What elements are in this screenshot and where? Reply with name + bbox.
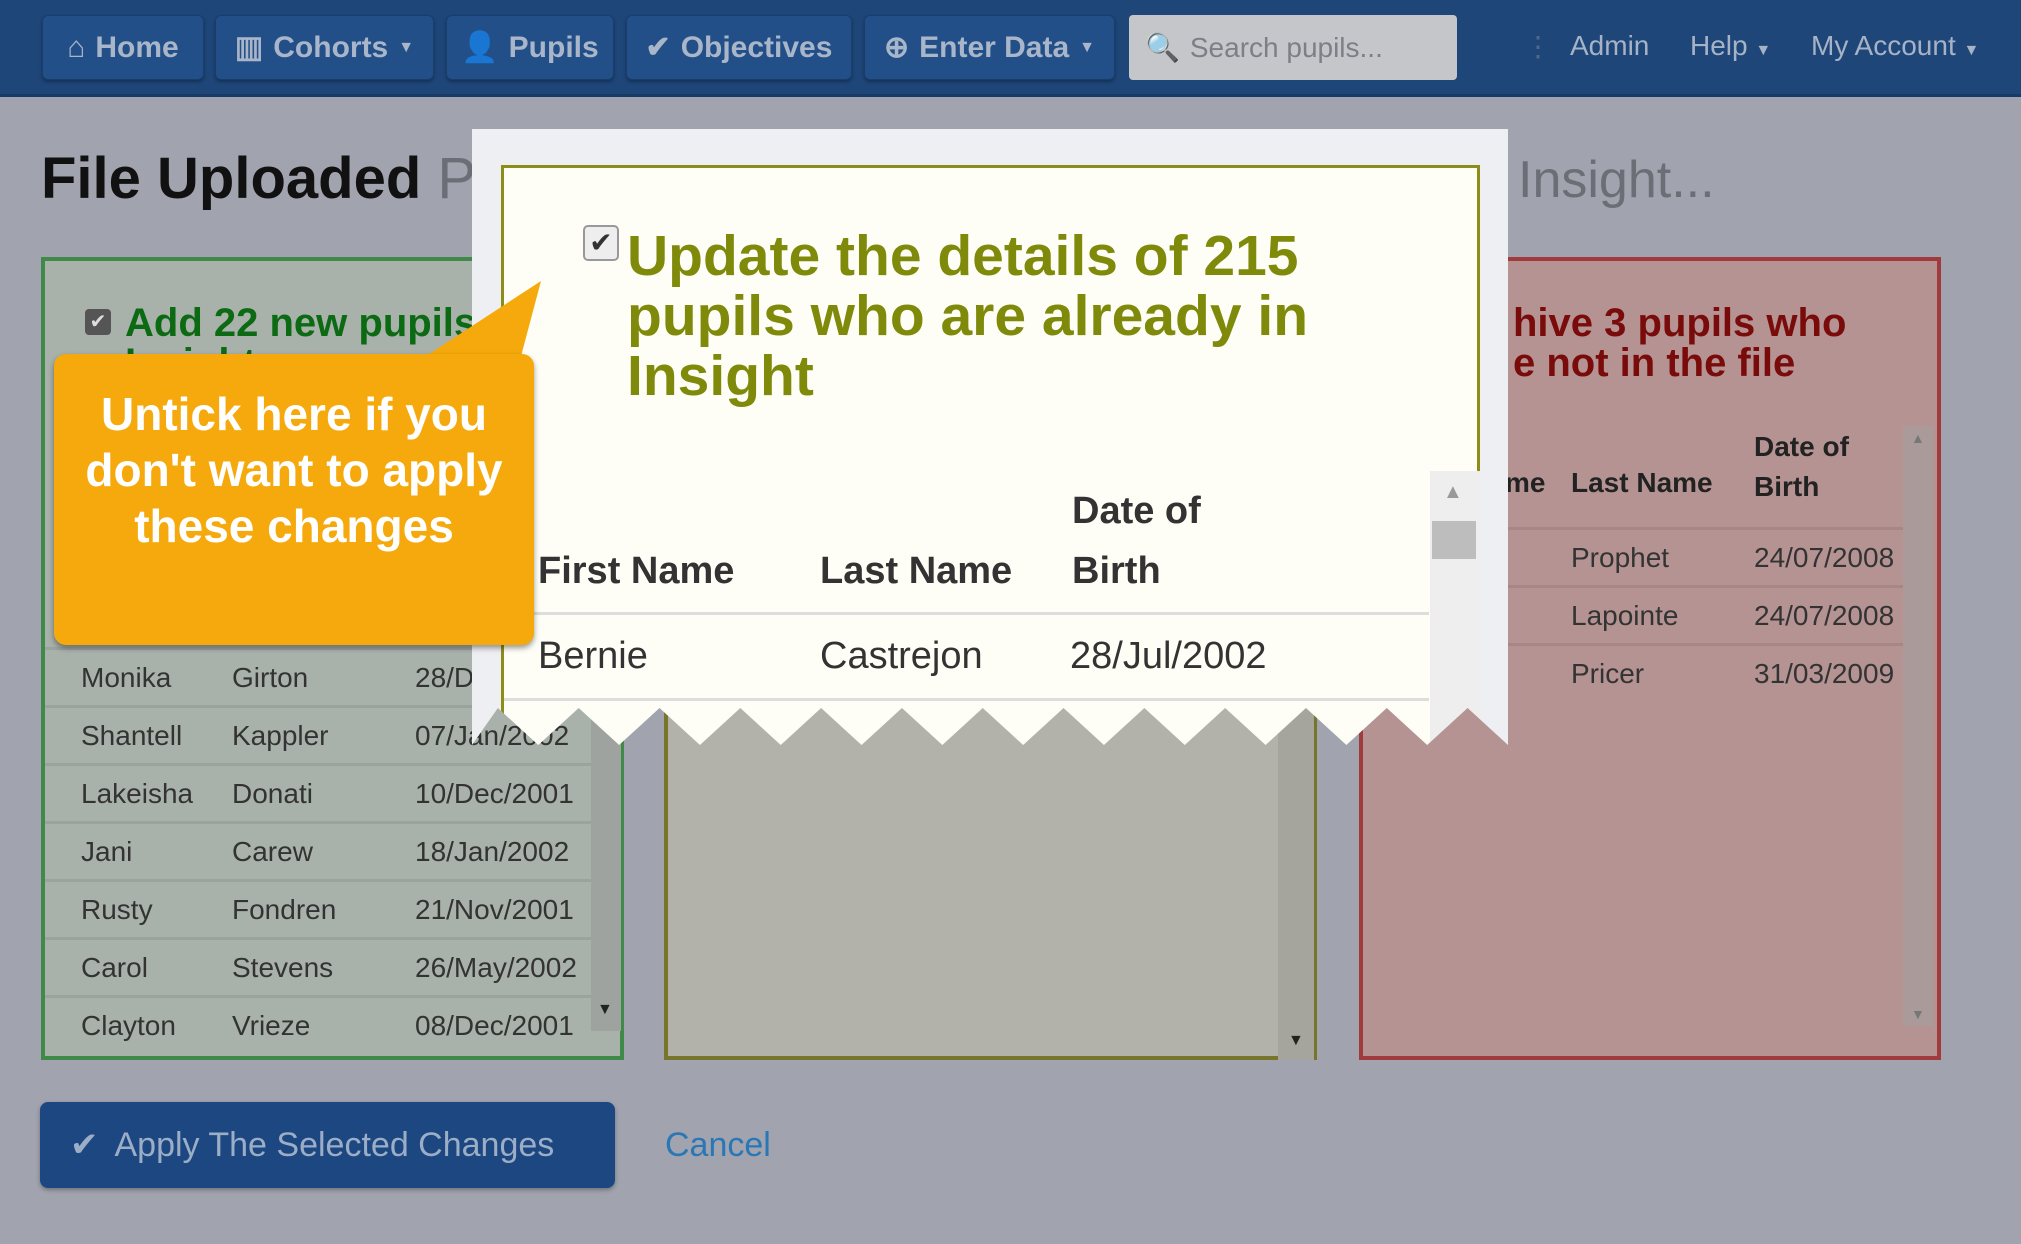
nav-pupils[interactable]: 👤 Pupils (446, 15, 614, 80)
table-cell: Carol (81, 952, 148, 983)
col-header-dob: Date of Birth (1072, 481, 1201, 601)
table-cell: Lapointe (1571, 600, 1679, 631)
table-cell: Pricer (1571, 658, 1645, 689)
caret-down-icon: ▼ (1963, 42, 1980, 59)
caret-down-icon: ▼ (1755, 42, 1772, 59)
apply-changes-button[interactable]: ✔ Apply The Selected Changes (40, 1102, 615, 1188)
nav-objectives-label: Objectives (680, 30, 833, 64)
search-input[interactable]: 🔍 Search pupils... (1129, 15, 1457, 80)
table-cell: Kappler (232, 720, 329, 751)
dob-line1: Date of (1072, 490, 1201, 532)
dob-line2: Birth (1072, 550, 1161, 592)
check-circle-icon: ✔ (645, 31, 671, 64)
nav-cohorts-label: Cohorts (273, 30, 389, 64)
table-cell: Jani (81, 836, 133, 867)
user-icon: 👤 (461, 31, 499, 64)
update-pupils-panel-highlight: ✔ Update the details of 215 pupils who a… (501, 165, 1480, 745)
nav-help[interactable]: Help ▼ (1690, 30, 1771, 62)
nav-my-account[interactable]: My Account ▼ (1811, 30, 1979, 62)
nav-admin[interactable]: Admin (1570, 30, 1649, 62)
table-cell: Fondren (232, 894, 337, 925)
check-icon: ✔ (589, 227, 613, 258)
highlight-popup: ✔ Update the details of 215 pupils who a… (472, 129, 1508, 745)
table-cell: Donati (232, 778, 313, 809)
nav-enter-data-label: Enter Data (919, 30, 1070, 64)
page-subtitle-end: Insight... (1518, 151, 1715, 209)
divider-icon: ⋮ (1524, 31, 1552, 62)
search-placeholder: Search pupils... (1189, 31, 1383, 63)
table-row: Lakeisha Donati 10/Dec/2001 (45, 763, 591, 819)
table-cell: 18/Jan/2002 (415, 836, 570, 867)
page-title-text: File Uploaded (41, 146, 422, 211)
dob-line2: Birth (1754, 471, 1820, 502)
table-cell: 08/Dec/2001 (415, 1010, 574, 1041)
table-cell: Girton (232, 662, 309, 693)
archive-title-line2: e not in the file (1513, 341, 1796, 385)
callout-tooltip: Untick here if you don't want to apply t… (54, 354, 534, 645)
nav-cohorts[interactable]: ▥ Cohorts ▼ (215, 15, 434, 80)
table-cell: Stevens (232, 952, 334, 983)
table-cell: Prophet (1571, 542, 1670, 573)
nav-my-account-label: My Account (1811, 30, 1956, 61)
table-row: Rusty Fondren 21/Nov/2001 (45, 879, 591, 935)
table-row: Jani Carew 18/Jan/2002 (45, 821, 591, 877)
update-pupils-title: Update the details of 215 pupils who are… (627, 224, 1309, 408)
col-header-first-name: First Name (538, 550, 735, 592)
table-row: Carol Stevens 26/May/2002 (45, 937, 591, 993)
nav-home[interactable]: ⌂ Home (42, 15, 204, 80)
check-circle-icon: ✔ (70, 1126, 99, 1164)
cell-last-name: Castrejon (820, 635, 983, 677)
search-icon: 🔍 (1145, 32, 1180, 63)
table-cell: Lakeisha (81, 778, 194, 809)
page-title: File Uploaded Pl (41, 145, 489, 212)
col-header-last-name: Last Name (820, 550, 1013, 592)
table-cell: 24/07/2008 (1754, 600, 1895, 631)
table-cell: 21/Nov/2001 (415, 894, 574, 925)
table-cell: Carew (232, 836, 313, 867)
table-cell: Monika (81, 662, 172, 693)
navbar: ⌂ Home ▥ Cohorts ▼ 👤 Pupils ✔ Objectives ⊕ Ent… (0, 0, 2021, 97)
col-header-dob: Date of Birth (1754, 427, 1849, 507)
table-cell: 31/03/2009 (1754, 658, 1895, 689)
nav-home-label: Home (95, 30, 179, 64)
table-cell: Shantell (81, 720, 183, 751)
scrollbar-thumb[interactable] (1432, 521, 1476, 559)
apply-label: Apply The Selected Changes (114, 1125, 555, 1164)
table-row: Clayton Vrieze 08/Dec/2001 (45, 995, 591, 1051)
nav-pupils-label: Pupils (508, 30, 599, 64)
nav-help-label: Help (1690, 30, 1748, 61)
nav-enter-data[interactable]: ⊕ Enter Data ▼ (864, 15, 1115, 80)
dob-line1: Date of (1754, 431, 1849, 462)
caret-down-icon: ▼ (1079, 38, 1096, 56)
update-pupils-checkbox[interactable]: ✔ (583, 225, 619, 261)
home-icon: ⌂ (67, 30, 86, 64)
table-cell: 24/07/2008 (1754, 542, 1895, 573)
scroll-down-icon[interactable]: ▼ (1911, 1006, 1925, 1022)
plus-circle-icon: ⊕ (883, 31, 910, 64)
caret-down-icon: ▼ (398, 38, 415, 56)
col-header-last-name: Last Name (1571, 467, 1713, 498)
cell-first-name: Bernie (538, 635, 648, 677)
table-cell: Vrieze (232, 1010, 311, 1041)
scrollbar[interactable]: ▲ ▼ (1903, 426, 1933, 1026)
nav-objectives[interactable]: ✔ Objectives (626, 15, 852, 80)
archive-title: hive 3 pupils who e not in the file (1513, 303, 1846, 383)
table-cell: 10/Dec/2001 (415, 778, 574, 809)
scroll-down-icon[interactable]: ▼ (597, 1001, 613, 1019)
scroll-down-icon[interactable]: ▼ (1288, 1032, 1304, 1050)
chart-icon: ▥ (234, 31, 264, 64)
table-cell: Rusty (81, 894, 153, 925)
table-cell: 26/May/2002 (415, 952, 577, 983)
add-pupils-checkbox[interactable]: ✔ (85, 309, 111, 335)
archive-title-line1: hive 3 pupils who (1513, 301, 1847, 345)
cancel-link[interactable]: Cancel (665, 1126, 771, 1165)
table-cell: Clayton (81, 1010, 176, 1041)
table-row: Bernie Castrejon 28/Jul/2002 (504, 615, 1429, 701)
scroll-up-icon[interactable]: ▲ (1911, 430, 1925, 446)
col-header-first-name: me (1505, 467, 1546, 498)
scroll-up-icon[interactable]: ▲ (1443, 481, 1463, 504)
cell-dob: 28/Jul/2002 (1070, 635, 1267, 677)
